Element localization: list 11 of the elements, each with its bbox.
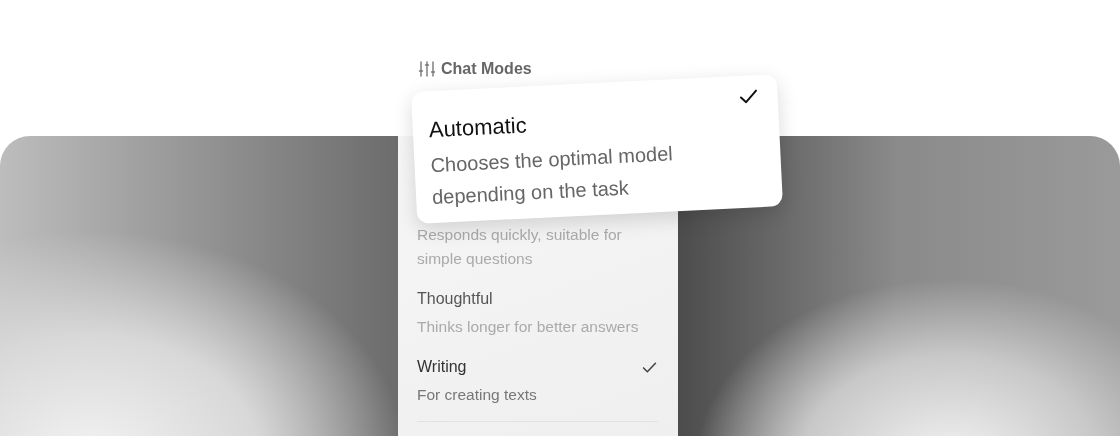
mode-description: Responds quickly, suitable for simple questions — [417, 225, 623, 269]
mode-item[interactable]: Writing For creating texts — [398, 353, 678, 407]
mode-card[interactable]: Automatic Chooses the optimal model depending on the task — [411, 74, 783, 224]
mode-title: Writing — [417, 358, 467, 376]
mode-description: Thinks longer for better answers — [417, 317, 640, 337]
mode-title: Automatic — [428, 112, 528, 144]
sliders-icon — [418, 60, 436, 78]
mode-description: Chooses the optimal model depending on the task — [429, 141, 675, 211]
mode-description: For creating texts — [417, 385, 538, 405]
mode-title: Thoughtful — [417, 290, 493, 308]
mode-item[interactable]: Thoughtful Thinks longer for better answers — [398, 285, 678, 339]
